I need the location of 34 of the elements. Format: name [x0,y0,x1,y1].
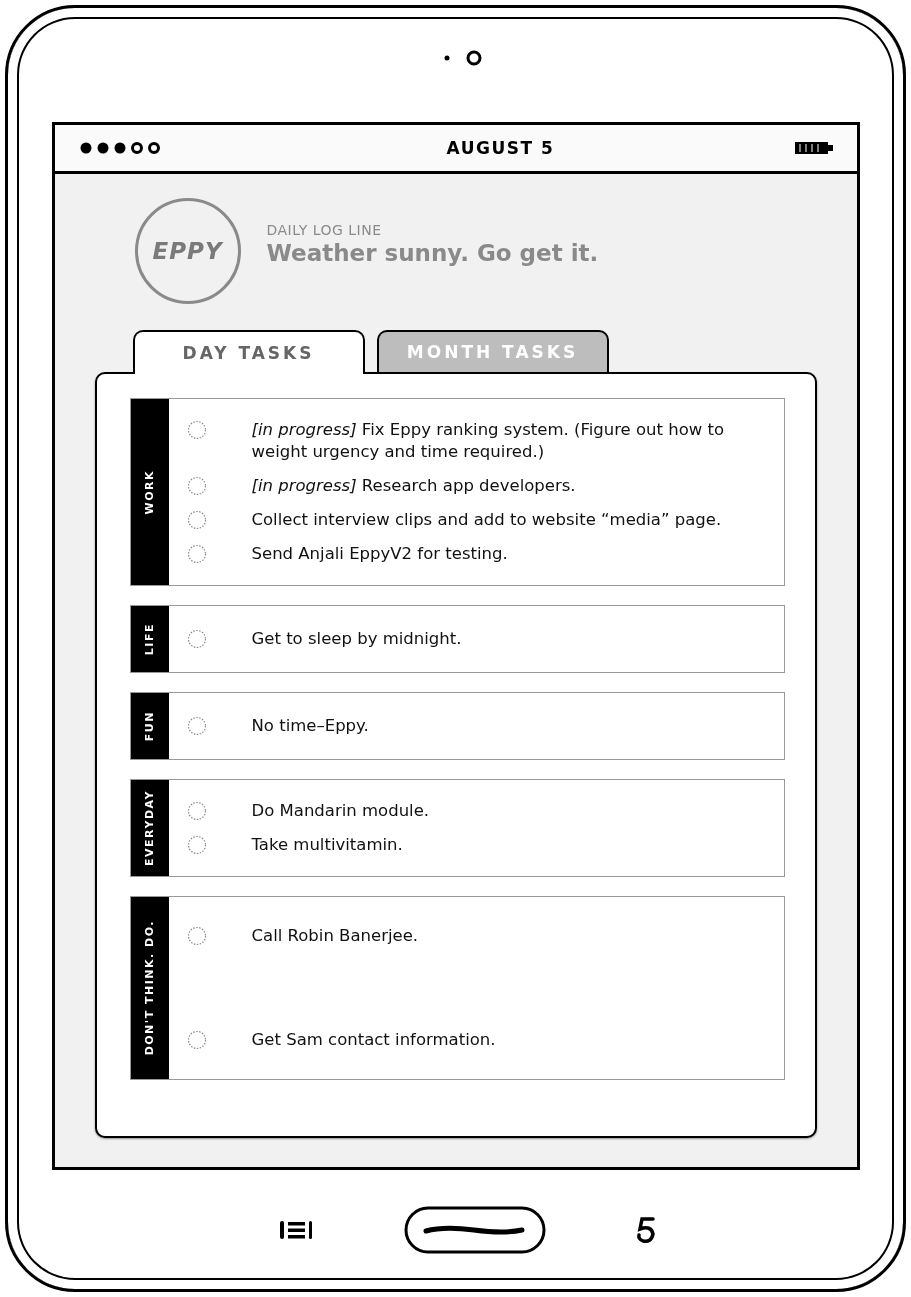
task-text: No time–Eppy. [251,715,369,737]
task-text: [in progress] Fix Eppy ranking system. (Figure out how to weight urgency and time required.) [251,419,726,463]
checkbox[interactable] [186,716,207,736]
checkbox[interactable] [186,476,207,496]
task-text: Get Sam contact information. [251,1029,496,1051]
category-label: EVERYDAY [130,780,169,876]
checkbox[interactable] [186,1030,207,1050]
log-message: Weather sunny. Go get it. [266,240,599,266]
task-text: Do Mandarin module. [251,800,430,822]
battery-icon [794,141,835,155]
task-text: Collect interview clips and add to website “media” page. [251,509,722,531]
logo: EPPY [134,198,241,304]
home-button[interactable] [403,1206,546,1254]
tab[interactable]: DAY TASKS [132,330,365,374]
checkbox[interactable] [186,629,207,649]
category-label: FUN [130,693,169,759]
checkbox[interactable] [186,801,207,821]
task-text: Call Robin Banerjee. [251,925,419,947]
checkbox[interactable] [186,420,207,440]
task-text: [in progress] Research app developers. [251,475,576,497]
checkbox[interactable] [186,926,207,946]
checkbox[interactable] [186,544,207,564]
category-label: WORK [130,399,169,585]
checkbox[interactable] [186,835,207,855]
date-title: AUGUST 5 [446,138,555,158]
menu-icon[interactable] [278,1219,315,1241]
checkbox[interactable] [186,510,207,530]
task-text: Get to sleep by midnight. [251,628,462,650]
camera-icon [443,50,484,66]
category-label: DON'T THINK. DO. [130,897,169,1079]
task-text: Send Anjali EppyV2 for testing. [251,543,508,565]
task-text: Take multivitamin. [251,834,403,856]
category-label: LIFE [130,606,169,672]
log-label: DAILY LOG LINE [266,222,383,238]
